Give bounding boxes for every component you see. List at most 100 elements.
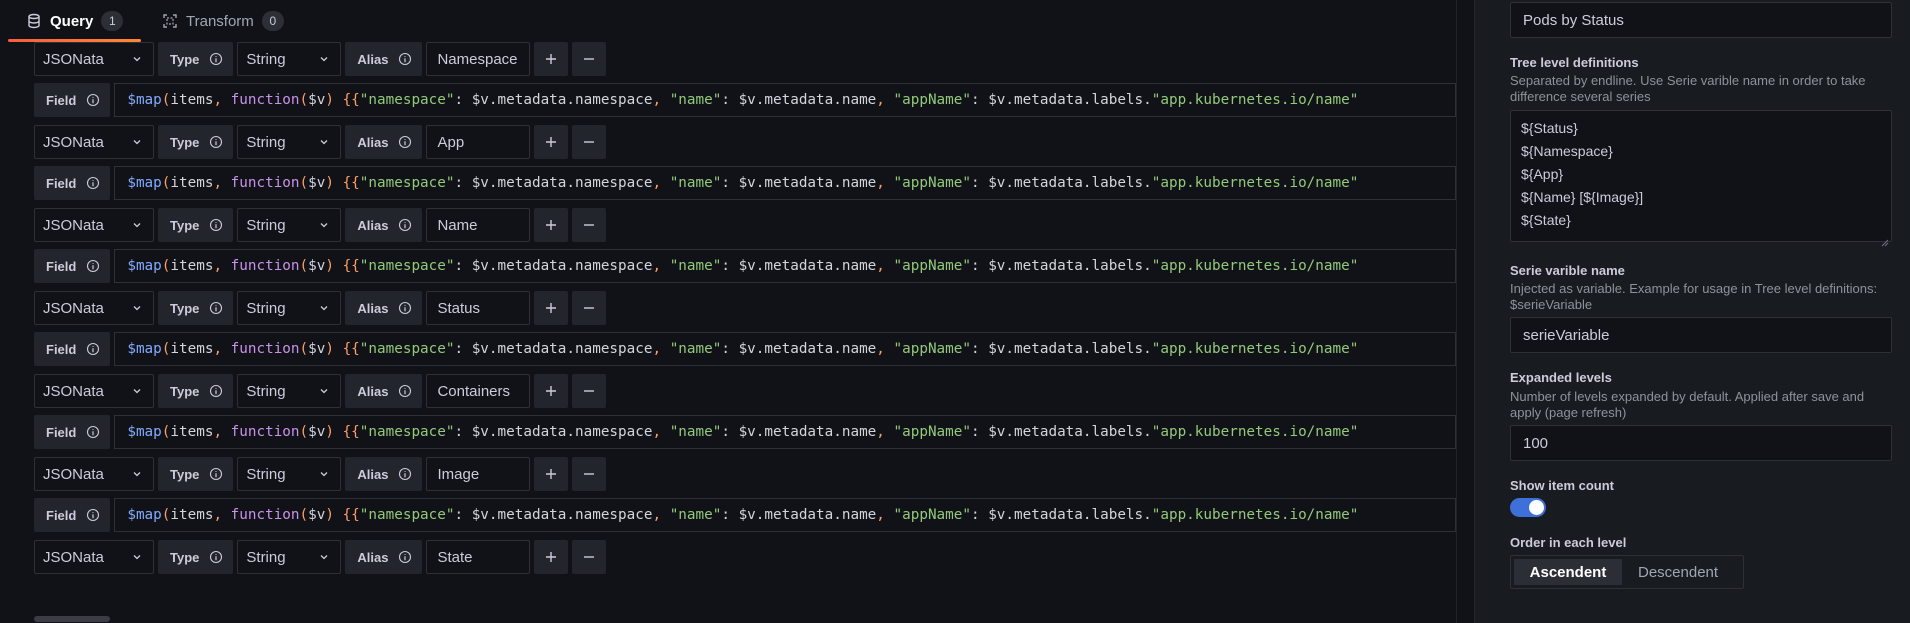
info-icon[interactable] — [209, 135, 223, 149]
info-icon[interactable] — [398, 218, 412, 232]
info-icon[interactable] — [209, 550, 223, 564]
alias-label-text: Alias — [357, 51, 389, 67]
remove-field-button[interactable] — [572, 125, 607, 159]
info-icon[interactable] — [398, 301, 412, 315]
toggle-knob — [1529, 500, 1544, 515]
info-icon[interactable] — [209, 384, 223, 398]
type-select[interactable]: String — [237, 374, 342, 408]
code-token: "name" — [669, 507, 722, 523]
info-icon[interactable] — [86, 508, 100, 522]
remove-field-button[interactable] — [572, 42, 607, 76]
add-field-button[interactable] — [534, 291, 569, 325]
type-select[interactable]: String — [237, 125, 342, 159]
type-select[interactable]: String — [237, 208, 342, 242]
remove-field-button[interactable] — [572, 291, 607, 325]
type-select[interactable]: String — [237, 540, 342, 574]
info-icon[interactable] — [209, 218, 223, 232]
add-field-button[interactable] — [534, 125, 569, 159]
code-token: {{ — [333, 507, 360, 523]
tab-query[interactable]: Query 1 — [0, 0, 142, 42]
info-icon[interactable] — [86, 259, 100, 273]
type-select[interactable]: String — [237, 457, 342, 491]
alias-input[interactable]: Status — [426, 291, 531, 325]
tree-levels-textarea[interactable]: ${Status} ${Namespace} ${App} ${Name} [$… — [1510, 110, 1892, 247]
add-field-button[interactable] — [534, 457, 569, 491]
parser-select[interactable]: JSONata — [34, 42, 154, 76]
code-token: $v.metadata.namespace — [471, 424, 653, 440]
type-label-text: Type — [170, 549, 200, 565]
field-code-editor[interactable]: $map(items, function($v) {{"namespace": … — [114, 332, 1456, 366]
alias-input[interactable]: Image — [426, 457, 531, 491]
type-select-value: String — [246, 465, 286, 483]
code-token: {{ — [333, 341, 360, 357]
type-select[interactable]: String — [237, 42, 342, 76]
info-icon[interactable] — [86, 342, 100, 356]
add-field-button[interactable] — [534, 208, 569, 242]
chevron-down-icon — [318, 468, 330, 480]
order-descendent-button[interactable]: Descendent — [1624, 559, 1732, 585]
type-select[interactable]: String — [237, 291, 342, 325]
show-count-toggle[interactable] — [1510, 498, 1546, 517]
field-code-editor[interactable]: $map(items, function($v) {{"namespace": … — [114, 249, 1456, 283]
order-ascendent-button[interactable]: Ascendent — [1514, 559, 1622, 585]
info-icon[interactable] — [398, 467, 412, 481]
info-icon[interactable] — [86, 93, 100, 107]
code-token: , — [652, 258, 670, 274]
info-icon[interactable] — [86, 425, 100, 439]
plus-icon — [544, 301, 558, 315]
parser-select[interactable]: JSONata — [34, 374, 154, 408]
expanded-levels-input[interactable]: 100 — [1510, 425, 1892, 461]
parser-select[interactable]: JSONata — [34, 291, 154, 325]
code-token: , — [876, 175, 894, 191]
alias-label-text: Alias — [357, 134, 389, 150]
alias-input[interactable]: Namespace — [426, 42, 531, 76]
alias-input[interactable]: App — [426, 125, 531, 159]
horizontal-scrollbar[interactable] — [34, 616, 110, 622]
serie-var-description: Injected as variable. Example for usage … — [1510, 281, 1878, 312]
code-token: $v.metadata.namespace — [471, 175, 653, 191]
parser-select[interactable]: JSONata — [34, 540, 154, 574]
field-code-editor[interactable]: $map(items, function($v) {{"namespace": … — [114, 83, 1456, 117]
code-token: : — [721, 92, 739, 108]
code-token: "namespace" — [359, 424, 455, 440]
add-field-button[interactable] — [534, 374, 569, 408]
type-select-value: String — [246, 133, 286, 151]
serie-var-input[interactable]: serieVariable — [1510, 317, 1892, 353]
info-icon[interactable] — [86, 176, 100, 190]
info-icon[interactable] — [398, 135, 412, 149]
field-code-editor[interactable]: $map(items, function($v) {{"namespace": … — [114, 498, 1456, 532]
code-token: items — [170, 92, 214, 108]
remove-field-button[interactable] — [572, 457, 607, 491]
remove-field-button[interactable] — [572, 540, 607, 574]
add-field-button[interactable] — [534, 42, 569, 76]
remove-field-button[interactable] — [572, 374, 607, 408]
order-title: Order in each level — [1510, 535, 1627, 550]
alias-input[interactable]: State — [426, 540, 531, 574]
parser-select[interactable]: JSONata — [34, 208, 154, 242]
alias-input[interactable]: Name — [426, 208, 531, 242]
plus-icon — [544, 384, 558, 398]
info-icon[interactable] — [398, 52, 412, 66]
serie-var-title: Serie varible name — [1510, 263, 1625, 278]
resize-handle-icon[interactable] — [1881, 231, 1889, 247]
alias-label-text: Alias — [357, 300, 389, 316]
code-token: ( — [299, 341, 309, 357]
parser-select[interactable]: JSONata — [34, 457, 154, 491]
info-icon[interactable] — [209, 467, 223, 481]
code-token: function — [230, 507, 300, 523]
info-icon[interactable] — [209, 301, 223, 315]
field-label: Field — [34, 332, 111, 366]
remove-field-button[interactable] — [572, 208, 607, 242]
alias-input[interactable]: Containers — [426, 374, 531, 408]
field-code-editor[interactable]: $map(items, function($v) {{"namespace": … — [114, 415, 1456, 449]
tree-level-line: ${App} — [1521, 166, 1564, 182]
panel-title-input[interactable]: Pods by Status — [1510, 2, 1892, 38]
info-icon[interactable] — [209, 52, 223, 66]
parser-select[interactable]: JSONata — [34, 125, 154, 159]
info-icon[interactable] — [398, 384, 412, 398]
field-code-editor[interactable]: $map(items, function($v) {{"namespace": … — [114, 166, 1456, 200]
add-field-button[interactable] — [534, 540, 569, 574]
info-icon[interactable] — [398, 550, 412, 564]
tab-transform[interactable]: Transform 0 — [136, 0, 302, 42]
pane-divider[interactable] — [1456, 0, 1474, 623]
